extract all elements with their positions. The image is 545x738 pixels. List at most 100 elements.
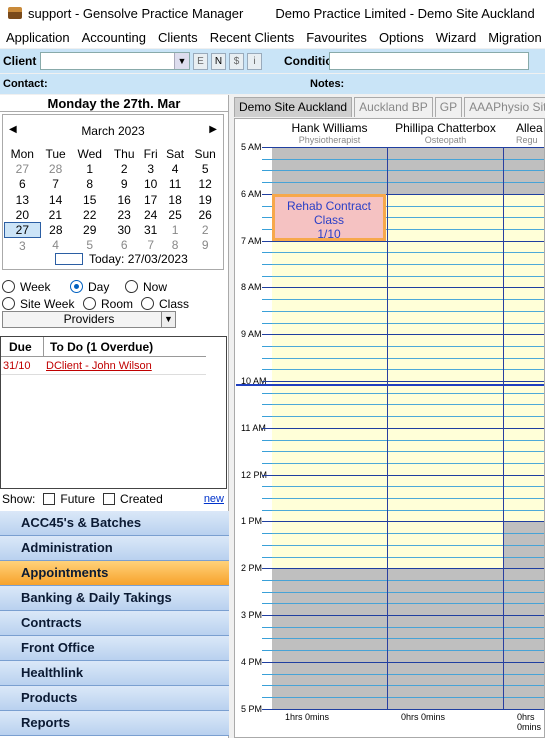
calendar-day[interactable]: 3 — [5, 238, 41, 253]
calendar-day[interactable]: 4 — [161, 161, 189, 176]
client-account-button[interactable]: $ — [229, 52, 244, 70]
todo-row[interactable]: 31/10 DClient - John Wilson — [1, 357, 206, 375]
calendar-day[interactable]: 12 — [189, 177, 222, 192]
client-select[interactable]: ▼ — [40, 52, 190, 70]
nav-healthlink[interactable]: Healthlink — [0, 661, 229, 686]
slot-tick — [262, 685, 272, 687]
menu-clients[interactable]: Clients — [152, 30, 204, 45]
calendar-day[interactable]: 21 — [40, 207, 71, 222]
chevron-down-icon[interactable]: ▼ — [174, 53, 189, 69]
radio-room[interactable]: Room — [83, 297, 141, 311]
calendar-day[interactable]: 22 — [71, 207, 108, 222]
radio-circle-icon — [2, 297, 15, 310]
tab-gp[interactable]: GP — [434, 97, 463, 117]
calendar-day[interactable]: 15 — [71, 192, 108, 207]
calendar-day[interactable]: 6 — [108, 238, 140, 253]
provider-header[interactable]: Phillipa Chatterbox Osteopath — [388, 121, 503, 145]
calendar-day[interactable]: 9 — [108, 177, 140, 192]
calendar-day[interactable]: 3 — [140, 161, 161, 176]
calendar-day[interactable]: 7 — [40, 177, 71, 192]
calendar-day[interactable]: 29 — [71, 222, 108, 237]
created-checkbox[interactable] — [103, 493, 116, 505]
provider-name: Hank Williams — [291, 121, 368, 135]
menu-recent-clients[interactable]: Recent Clients — [204, 30, 301, 45]
menu-migration[interactable]: Migration — [482, 30, 545, 45]
providers-select[interactable]: Providers ▼ — [2, 311, 176, 328]
calendar-day[interactable]: 24 — [140, 207, 161, 222]
nav-front-office[interactable]: Front Office — [0, 636, 229, 661]
calendar-day[interactable]: 9 — [189, 238, 222, 253]
conditions-field[interactable] — [329, 52, 529, 70]
calendar-day[interactable]: 26 — [189, 207, 222, 222]
calendar-day[interactable]: 6 — [5, 177, 41, 192]
slot-line — [272, 345, 544, 347]
tab-demo-site-auckland[interactable]: Demo Site Auckland — [234, 97, 353, 117]
calendar-day[interactable]: 5 — [189, 161, 222, 176]
client-info-button[interactable]: i — [247, 52, 262, 70]
menu-favourites[interactable]: Favourites — [300, 30, 373, 45]
menu-application[interactable]: Application — [0, 30, 76, 45]
appointment-block[interactable]: Rehab Contract Class 1/10 — [272, 194, 386, 241]
calendar-day[interactable]: 2 — [189, 222, 222, 237]
calendar-day[interactable]: 10 — [140, 177, 161, 192]
next-month-icon[interactable]: ▶ — [209, 124, 217, 135]
todo-task-link[interactable]: DClient - John Wilson — [46, 360, 152, 372]
calendar-day[interactable]: 18 — [161, 192, 189, 207]
radio-circle-icon — [83, 297, 96, 310]
calendar-day[interactable]: 28 — [40, 222, 71, 237]
calendar-day[interactable]: 31 — [140, 222, 161, 237]
calendar-day[interactable]: 23 — [108, 207, 140, 222]
new-client-button[interactable]: N — [211, 52, 226, 70]
calendar-day[interactable]: 8 — [71, 177, 108, 192]
calendar-day[interactable]: 27 — [5, 161, 41, 176]
calendar-day[interactable]: 20 — [5, 207, 41, 222]
calendar-day[interactable]: 8 — [161, 238, 189, 253]
radio-day[interactable]: Day — [70, 280, 125, 294]
calendar-day[interactable]: 30 — [108, 222, 140, 237]
radio-circle-selected-icon — [70, 280, 83, 293]
todo-col-due[interactable]: Due — [1, 337, 44, 356]
menu-accounting[interactable]: Accounting — [76, 30, 152, 45]
calendar-day[interactable]: 4 — [40, 238, 71, 253]
contact-bar: Contact: Notes: — [0, 74, 545, 94]
new-todo-link[interactable]: new — [204, 493, 224, 505]
calendar-day-selected[interactable]: 27 — [4, 221, 41, 239]
calendar-day[interactable]: 28 — [40, 161, 71, 176]
calendar-day[interactable]: 2 — [108, 161, 140, 176]
nav-banking[interactable]: Banking & Daily Takings — [0, 586, 229, 611]
calendar-day[interactable]: 1 — [161, 222, 189, 237]
calendar-day[interactable]: 11 — [161, 177, 189, 192]
nav-appointments[interactable]: Appointments — [0, 561, 229, 586]
radio-site-week[interactable]: Site Week — [2, 297, 83, 311]
radio-now[interactable]: Now — [125, 280, 167, 294]
calendar-day[interactable]: 16 — [108, 192, 140, 207]
calendar-day[interactable]: 5 — [71, 238, 108, 253]
calendar-day[interactable]: 17 — [140, 192, 161, 207]
radio-class[interactable]: Class — [141, 297, 189, 311]
todo-col-task[interactable]: To Do (1 Overdue) — [44, 340, 153, 354]
radio-week[interactable]: Week — [2, 280, 70, 294]
calendar-day[interactable]: 7 — [140, 238, 161, 253]
menu-options[interactable]: Options — [373, 30, 430, 45]
calendar-day[interactable]: 19 — [189, 192, 222, 207]
today-link[interactable]: Today: 27/03/2023 — [55, 252, 188, 266]
calendar-day[interactable]: 25 — [161, 207, 189, 222]
slot-line — [272, 591, 544, 593]
nav-contracts[interactable]: Contracts — [0, 611, 229, 636]
provider-header[interactable]: Hank Williams Physiotherapist — [272, 121, 387, 145]
nav-products[interactable]: Products — [0, 686, 229, 711]
future-checkbox[interactable] — [43, 493, 56, 505]
provider-header[interactable]: Allea Regu — [504, 121, 544, 145]
nav-reports[interactable]: Reports — [0, 711, 229, 736]
calendar-day[interactable]: 13 — [5, 192, 41, 207]
calendar-day[interactable]: 1 — [71, 161, 108, 176]
tab-aaaphysio-site[interactable]: AAAPhysio Site — [464, 97, 545, 117]
calendar-day[interactable]: 14 — [40, 192, 71, 207]
tab-auckland-bp[interactable]: Auckland BP — [354, 97, 433, 117]
chevron-down-icon[interactable]: ▼ — [161, 311, 176, 328]
nav-acc45-batches[interactable]: ACC45's & Batches — [0, 511, 229, 536]
calendar-month-title[interactable]: March 2023 — [3, 124, 223, 138]
edit-client-button[interactable]: E — [193, 52, 208, 70]
menu-wizard[interactable]: Wizard — [430, 30, 482, 45]
nav-administration[interactable]: Administration — [0, 536, 229, 561]
